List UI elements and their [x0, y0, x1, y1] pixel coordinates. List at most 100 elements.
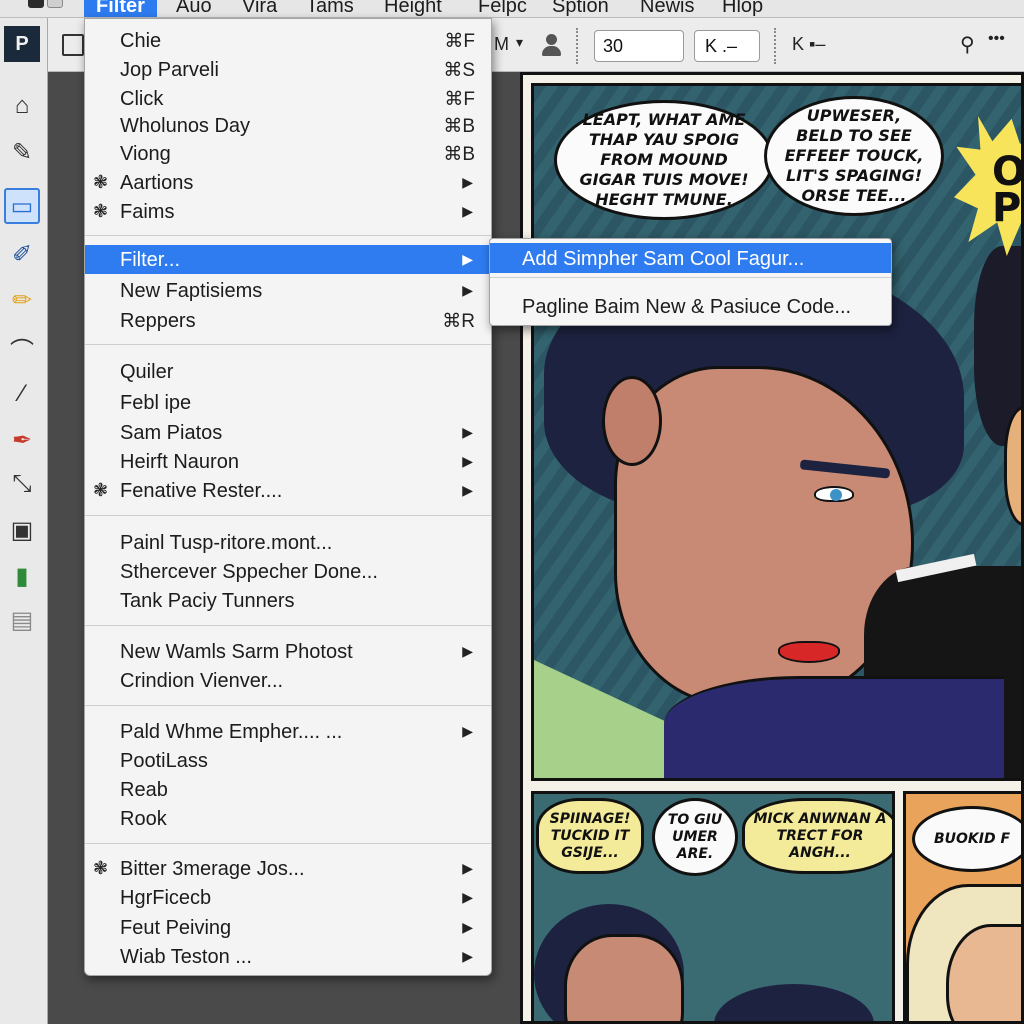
chevron-right-icon: ▶ — [462, 453, 473, 469]
menu-item-shortcut: ⌘B — [443, 144, 475, 165]
toolbar-divider-2 — [774, 28, 776, 64]
document-canvas[interactable]: LEAPT, WHAT AME THAP YAU SPOIG FROM MOUN… — [520, 72, 1024, 1024]
menu-height[interactable]: Height — [372, 0, 454, 17]
menu-hlop[interactable]: Hlop — [710, 0, 775, 17]
menu-item-label: Feut Peiving — [120, 917, 232, 939]
stamp-icon[interactable]: ▤ — [4, 602, 40, 638]
menu-item[interactable]: ❃ Aartions ▶ — [85, 168, 491, 197]
settings-icon: ❃ — [93, 201, 109, 221]
menu-item[interactable]: Sthercever Sppecher Done... — [85, 557, 491, 586]
preset-select[interactable]: K .– — [694, 30, 760, 62]
menu-item-label: Sam Piatos — [120, 422, 223, 444]
submenu-item-add[interactable]: Add Simpher Sam Cool Fagur... — [490, 243, 891, 273]
menu-item[interactable]: Feut Peiving ▶ — [85, 913, 491, 942]
menu-item[interactable]: New Faptisiems ▶ — [85, 276, 491, 305]
app-menu-icon[interactable] — [28, 0, 68, 12]
transform-icon[interactable]: ⤡ — [4, 466, 40, 502]
chevron-right-icon: ▶ — [462, 948, 473, 964]
menu-item-filter[interactable]: Filter... ▶ — [85, 245, 491, 274]
menu-bar: Filter Auo Vira Tams Height Felpc Sption… — [0, 0, 1024, 18]
menu-item[interactable]: Wiab Teston ... ▶ — [85, 942, 491, 971]
panel-character-hair-2 — [714, 984, 874, 1021]
menu-item[interactable]: ❃ Bitter 3merage Jos... ▶ — [85, 854, 491, 883]
chevron-right-icon: ▶ — [462, 919, 473, 935]
eraser-icon[interactable]: ✐ — [4, 236, 40, 272]
speech-balloon-1: LEAPT, WHAT AME THAP YAU SPOIG FROM MOUN… — [554, 100, 774, 220]
menu-item[interactable]: Quiler — [85, 357, 491, 386]
menu-item-label: Chie — [120, 30, 162, 52]
menu-item-label: Heirft Nauron — [120, 451, 239, 473]
menu-item-shortcut: ⌘S — [443, 60, 475, 81]
k-label[interactable]: K ▪– — [792, 34, 825, 55]
speech-balloon-6: BUOKID F — [912, 806, 1021, 872]
menu-item-label: Fenative Rester.... — [120, 480, 283, 502]
rectangle-tool-icon[interactable] — [62, 34, 84, 56]
menu-item[interactable]: Rook — [85, 804, 491, 833]
mode-caret-icon[interactable]: ▾ — [516, 34, 523, 51]
menu-item[interactable]: PootiLass — [85, 746, 491, 775]
menu-auo[interactable]: Auo — [164, 0, 224, 17]
menu-item-label: Quiler — [120, 361, 174, 383]
menu-item[interactable]: Febl ipe — [85, 388, 491, 417]
edit-icon[interactable]: ✎ — [4, 134, 40, 170]
menu-item-label: PootiLass — [120, 750, 208, 772]
menu-vira[interactable]: Vira — [230, 0, 289, 17]
chevron-right-icon: ▶ — [462, 889, 473, 905]
chevron-right-icon: ▶ — [462, 482, 473, 498]
menu-item[interactable]: Sam Piatos ▶ — [85, 418, 491, 447]
menu-item-label: Pald Whme Empher.... ... — [120, 721, 343, 743]
menu-item-label: New Wamls Sarm Photost — [120, 641, 353, 663]
chevron-right-icon: ▶ — [462, 203, 473, 219]
character-lips — [778, 641, 840, 663]
menu-item-label: Jop Parveli — [120, 59, 219, 81]
speech-balloon-4: TO GIU UMER ARE. — [652, 798, 738, 876]
menu-item[interactable]: Reppers ⌘R — [85, 306, 491, 335]
brush-icon[interactable]: ⁄ — [4, 376, 40, 412]
user-icon[interactable] — [540, 32, 562, 58]
chevron-right-icon: ▶ — [462, 643, 473, 659]
menu-item[interactable]: Chie ⌘F — [85, 26, 491, 55]
menu-item[interactable]: Heirft Nauron ▶ — [85, 447, 491, 476]
robot-icon[interactable]: ▣ — [4, 512, 40, 548]
size-input[interactable] — [594, 30, 684, 62]
settings-icon: ❃ — [93, 172, 109, 192]
menu-item[interactable]: Painl Tusp-ritore.mont... — [85, 528, 491, 557]
menu-item[interactable]: Viong ⌘B — [85, 139, 491, 168]
monitor-icon[interactable]: ▭ — [4, 188, 40, 224]
menu-filter[interactable]: Filter — [84, 0, 157, 17]
curve-icon[interactable]: ⌒ — [4, 330, 40, 366]
key-icon[interactable]: ⚲ — [960, 32, 975, 57]
preset-select-value: K .– — [705, 36, 738, 56]
menu-item[interactable]: New Wamls Sarm Photost ▶ — [85, 637, 491, 666]
menu-felpc[interactable]: Felpc — [466, 0, 539, 17]
menu-item-label: Viong — [120, 143, 171, 165]
submenu-item-pagline[interactable]: Pagline Baim New & Pasiuce Code... — [490, 291, 891, 321]
menu-sption[interactable]: Sption — [540, 0, 621, 17]
chevron-right-icon: ▶ — [462, 282, 473, 298]
filter-submenu: Add Simpher Sam Cool Fagur... Pagline Ba… — [489, 238, 892, 326]
app-logo-icon[interactable]: P — [4, 26, 40, 62]
character-ear — [602, 376, 662, 466]
more-icon[interactable]: ••• — [988, 30, 1005, 48]
menu-item[interactable]: Crindion Vienver... — [85, 666, 491, 695]
chevron-right-icon: ▶ — [462, 424, 473, 440]
menu-item-label: Click — [120, 88, 164, 110]
menu-item[interactable]: HgrFicecb ▶ — [85, 883, 491, 912]
menu-newis[interactable]: Newis — [628, 0, 706, 17]
menu-item[interactable]: Click ⌘F — [85, 84, 491, 113]
menu-item[interactable]: ❃ Fenative Rester.... ▶ — [85, 476, 491, 505]
home-icon[interactable]: ⌂ — [4, 88, 40, 124]
menu-item[interactable]: Jop Parveli ⌘S — [85, 55, 491, 84]
menu-item[interactable]: ❃ Faims ▶ — [85, 197, 491, 226]
mode-label[interactable]: M — [494, 34, 509, 55]
color-swatch-icon[interactable]: ▮ — [4, 558, 40, 594]
menu-item-label: Tank Paciy Tunners — [120, 590, 295, 612]
menu-item[interactable]: Tank Paciy Tunners — [85, 586, 491, 615]
menu-separator — [85, 705, 491, 706]
marker-icon[interactable]: ✒ — [4, 422, 40, 458]
menu-tams[interactable]: Tams — [294, 0, 366, 17]
menu-item[interactable]: Wholunos Day ⌘B — [85, 111, 491, 140]
menu-item[interactable]: Reab — [85, 775, 491, 804]
pencil-icon[interactable]: ✏ — [4, 282, 40, 318]
menu-item[interactable]: Pald Whme Empher.... ... ▶ — [85, 717, 491, 746]
